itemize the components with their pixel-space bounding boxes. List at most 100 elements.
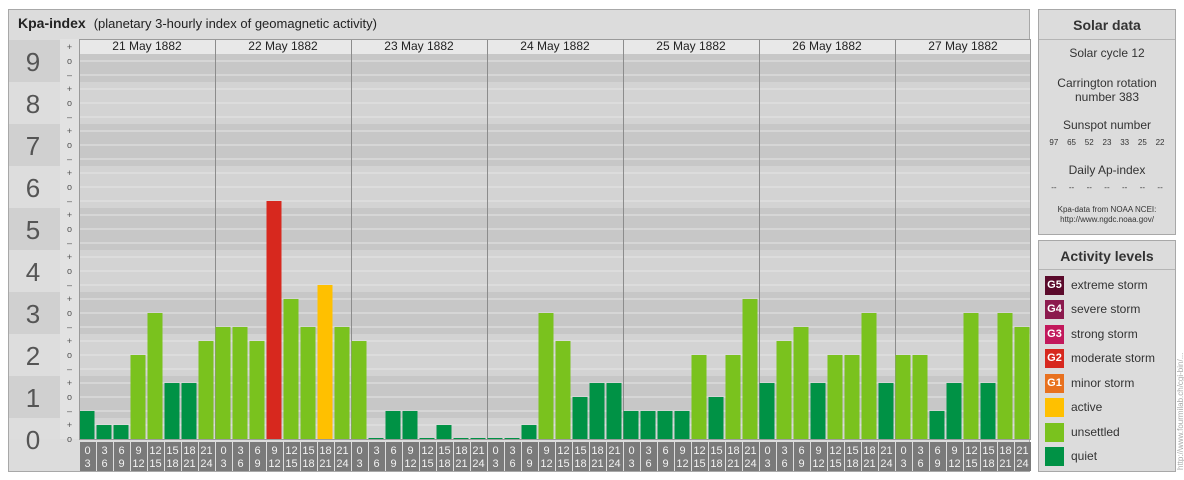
x-interval-start: 0 <box>492 445 498 457</box>
legend-label: severe storm <box>1071 302 1141 316</box>
day-label: 23 May 1882 <box>384 39 454 53</box>
kp-bar <box>810 383 826 439</box>
kp-bar <box>266 200 282 439</box>
x-interval-start: 3 <box>645 445 651 457</box>
kp-bar <box>861 313 877 439</box>
x-interval-start: 3 <box>509 445 515 457</box>
x-interval-end: 24 <box>1016 458 1028 470</box>
ap-value: -- <box>1139 183 1146 192</box>
x-interval-end: 6 <box>781 458 787 470</box>
kp-bar <box>1014 326 1030 439</box>
x-interval-start: 9 <box>543 445 549 457</box>
y-tick-label: 6 <box>26 173 40 203</box>
y-subtick-label: – <box>67 154 72 164</box>
x-interval-start: 18 <box>999 445 1011 457</box>
x-interval-start: 3 <box>373 445 379 457</box>
y-tick-label: 5 <box>26 215 40 245</box>
y-subtick-label: + <box>67 294 72 304</box>
kp-bar <box>572 397 588 439</box>
kp-bar <box>215 326 231 439</box>
x-interval-end: 18 <box>574 458 586 470</box>
x-interval-start: 0 <box>220 445 226 457</box>
legend-label: minor storm <box>1071 376 1135 390</box>
kp-bar <box>963 313 979 439</box>
x-interval-start: 9 <box>407 445 413 457</box>
x-interval-start: 6 <box>662 445 668 457</box>
x-interval-end: 24 <box>336 458 348 470</box>
legend-label: extreme storm <box>1071 278 1148 292</box>
x-interval-end: 24 <box>608 458 620 470</box>
ap-value: -- <box>1051 183 1057 192</box>
x-interval-start: 21 <box>608 445 620 457</box>
kp-bar <box>555 341 571 439</box>
x-interval-end: 21 <box>999 458 1011 470</box>
kp-bar <box>385 410 401 439</box>
x-interval-start: 18 <box>591 445 603 457</box>
kp-bar <box>368 438 384 439</box>
x-interval-start: 0 <box>84 445 90 457</box>
y-subtick-label: + <box>67 210 72 220</box>
x-interval-end: 3 <box>900 458 906 470</box>
kp-bar <box>946 383 962 439</box>
kp-bar <box>96 425 112 439</box>
x-interval-end: 21 <box>591 458 603 470</box>
x-interval-start: 12 <box>421 445 433 457</box>
kp-bar <box>419 438 435 439</box>
y-subtick-label: – <box>67 70 72 80</box>
y-subtick-label: + <box>67 420 72 430</box>
x-interval-end: 15 <box>149 458 161 470</box>
kp-bar <box>606 383 622 439</box>
x-interval-start: 3 <box>237 445 243 457</box>
x-interval-start: 9 <box>815 445 821 457</box>
kp-bar <box>79 410 95 439</box>
x-interval-end: 9 <box>526 458 532 470</box>
legend-swatch <box>1045 446 1064 466</box>
x-interval-end: 18 <box>438 458 450 470</box>
y-subtick-label: – <box>67 196 72 206</box>
source-link[interactable]: http://www.ngdc.noaa.gov/ <box>1043 215 1171 225</box>
x-interval-end: 18 <box>710 458 722 470</box>
x-interval-end: 3 <box>764 458 770 470</box>
kp-bar <box>283 299 299 439</box>
x-interval-start: 12 <box>693 445 705 457</box>
kp-bar <box>130 355 146 439</box>
ap-value: -- <box>1068 183 1075 192</box>
kp-bar <box>844 355 860 439</box>
x-interval-end: 12 <box>268 458 280 470</box>
y-tick-label: 9 <box>26 47 40 77</box>
y-tick-label: 3 <box>26 299 40 329</box>
sunspot-values: 97 65 52 23 33 25 22 <box>1039 138 1175 147</box>
kp-bar <box>538 313 554 439</box>
kp-bar <box>827 355 843 439</box>
x-interval-start: 9 <box>271 445 277 457</box>
x-interval-start: 18 <box>727 445 739 457</box>
kp-bar <box>878 383 894 439</box>
x-interval-end: 3 <box>356 458 362 470</box>
x-interval-end: 24 <box>744 458 756 470</box>
kp-bar <box>691 355 707 439</box>
kp-bar <box>334 326 350 439</box>
kp-bar <box>895 355 911 439</box>
x-interval-start: 3 <box>917 445 923 457</box>
x-interval-end: 21 <box>727 458 739 470</box>
x-interval-start: 0 <box>764 445 770 457</box>
legend-active: active <box>1045 397 1102 417</box>
x-interval-start: 15 <box>302 445 314 457</box>
x-interval-start: 21 <box>472 445 484 457</box>
ap-value: -- <box>1122 183 1128 192</box>
x-interval-end: 21 <box>319 458 331 470</box>
carrington-line2: number 383 <box>1074 90 1140 104</box>
kp-bar <box>453 438 469 439</box>
y-subtick-label: o <box>67 56 72 66</box>
x-interval-start: 6 <box>798 445 804 457</box>
legend-label: strong storm <box>1071 327 1138 341</box>
legend-unsettled: unsettled <box>1045 422 1120 442</box>
x-interval-end: 21 <box>183 458 195 470</box>
legend-swatch: G5 <box>1045 275 1064 295</box>
kp-bar <box>657 410 673 439</box>
x-interval-end: 9 <box>934 458 940 470</box>
activity-levels-title: Activity levels <box>1060 248 1154 264</box>
y-tick-label: 2 <box>26 341 40 371</box>
legend-g1: G1 minor storm <box>1045 373 1134 393</box>
kp-bar <box>402 410 418 439</box>
